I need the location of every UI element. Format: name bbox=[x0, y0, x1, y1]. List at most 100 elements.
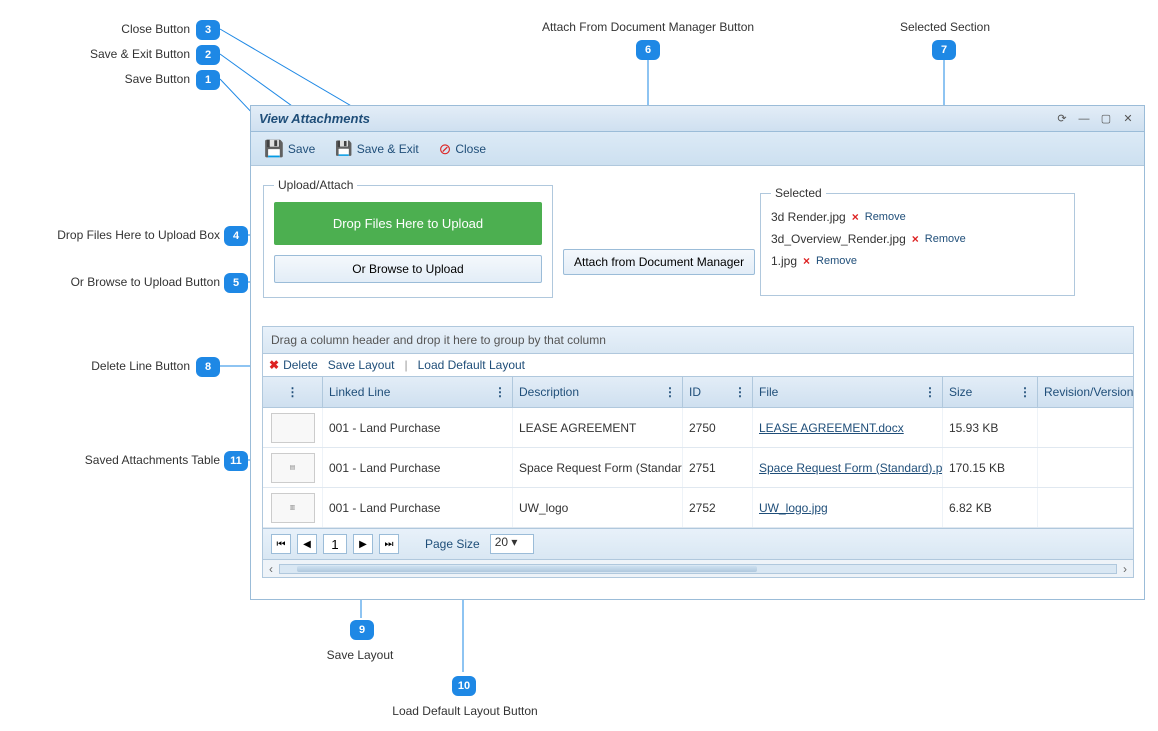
load-default-layout-button[interactable]: Load Default Layout bbox=[418, 358, 525, 372]
selected-item-name: 3d_Overview_Render.jpg bbox=[771, 232, 906, 246]
upload-legend: Upload/Attach bbox=[274, 178, 357, 192]
cell-desc: UW_logo bbox=[513, 488, 683, 527]
thumbnail: ▥ bbox=[271, 493, 315, 523]
selected-item-name: 1.jpg bbox=[771, 254, 797, 268]
selected-legend: Selected bbox=[771, 186, 826, 200]
file-link[interactable]: LEASE AGREEMENT.docx bbox=[759, 421, 904, 435]
scroll-thumb[interactable] bbox=[297, 566, 757, 572]
close-button[interactable]: ⊘ Close bbox=[430, 135, 495, 163]
cell-linked: 001 - Land Purchase bbox=[323, 448, 513, 487]
callout-badge-2: 2 bbox=[196, 45, 220, 65]
remove-link[interactable]: Remove bbox=[816, 255, 857, 267]
maximize-icon[interactable]: ▢ bbox=[1098, 112, 1114, 126]
col-header-description[interactable]: Description⋮ bbox=[513, 377, 683, 407]
callout-label-1: Save Button bbox=[60, 72, 190, 86]
thumbnail: ▤ bbox=[271, 453, 315, 483]
scroll-right-icon[interactable]: › bbox=[1123, 562, 1127, 576]
callout-badge-5: 5 bbox=[224, 273, 248, 293]
save-label: Save bbox=[288, 142, 315, 156]
save-layout-button[interactable]: Save Layout bbox=[328, 358, 395, 372]
cell-linked: 001 - Land Purchase bbox=[323, 408, 513, 447]
column-menu-icon[interactable]: ⋮ bbox=[664, 385, 676, 399]
callout-label-10: Load Default Layout Button bbox=[380, 704, 550, 718]
col-header-linked-line[interactable]: Linked Line⋮ bbox=[323, 377, 513, 407]
remove-link[interactable]: Remove bbox=[865, 211, 906, 223]
attach-from-document-manager-button[interactable]: Attach from Document Manager bbox=[563, 249, 755, 275]
minimize-icon[interactable]: — bbox=[1076, 112, 1092, 126]
remove-x-icon[interactable]: × bbox=[912, 232, 919, 246]
pager-first-button[interactable]: ⏮ bbox=[271, 534, 291, 554]
col-header-size[interactable]: Size⋮ bbox=[943, 377, 1038, 407]
column-menu-icon[interactable]: ⋮ bbox=[287, 385, 299, 399]
column-menu-icon[interactable]: ⋮ bbox=[734, 385, 746, 399]
pager-next-button[interactable]: ▶ bbox=[353, 534, 373, 554]
callout-label-7: Selected Section bbox=[880, 20, 1010, 34]
callout-label-5: Or Browse to Upload Button bbox=[20, 275, 220, 289]
pager-page-input[interactable] bbox=[323, 534, 347, 554]
group-by-bar[interactable]: Drag a column header and drop it here to… bbox=[263, 327, 1133, 354]
horizontal-scrollbar[interactable]: ‹ › bbox=[263, 559, 1133, 577]
file-link[interactable]: UW_logo.jpg bbox=[759, 501, 828, 515]
callout-badge-8: 8 bbox=[196, 357, 220, 377]
callout-label-6: Attach From Document Manager Button bbox=[530, 20, 766, 34]
cell-rev bbox=[1038, 408, 1133, 447]
cell-size: 170.15 KB bbox=[943, 448, 1038, 487]
remove-x-icon[interactable]: × bbox=[852, 210, 859, 224]
cell-desc: Space Request Form (Standard) bbox=[513, 448, 683, 487]
remove-link[interactable]: Remove bbox=[925, 233, 966, 245]
save-exit-button[interactable]: 💾 Save & Exit bbox=[326, 135, 427, 162]
delete-line-button[interactable]: ✖ Delete bbox=[269, 358, 318, 372]
file-link[interactable]: Space Request Form (Standard).pdf bbox=[759, 461, 943, 475]
window-controls: ⟳ — ▢ ✕ bbox=[1054, 112, 1136, 126]
browse-upload-button[interactable]: Or Browse to Upload bbox=[274, 255, 542, 283]
column-menu-icon[interactable]: ⋮ bbox=[494, 385, 506, 399]
pager-last-button[interactable]: ⏭ bbox=[379, 534, 399, 554]
selected-panel: Selected 3d Render.jpg × Remove 3d_Overv… bbox=[760, 186, 1075, 296]
refresh-icon[interactable]: ⟳ bbox=[1054, 112, 1070, 126]
titlebar: View Attachments ⟳ — ▢ ✕ bbox=[251, 106, 1144, 132]
save-exit-label: Save & Exit bbox=[357, 142, 419, 156]
col-header-revision[interactable]: Revision/Version bbox=[1038, 377, 1133, 407]
cell-size: 15.93 KB bbox=[943, 408, 1038, 447]
callout-badge-9: 9 bbox=[350, 620, 374, 640]
save-button[interactable]: 💾 Save bbox=[255, 134, 324, 164]
upload-attach-panel: Upload/Attach Drop Files Here to Upload … bbox=[263, 178, 553, 298]
column-menu-icon[interactable]: ⋮ bbox=[924, 385, 936, 399]
cell-rev bbox=[1038, 488, 1133, 527]
scroll-track[interactable] bbox=[279, 564, 1117, 574]
save-exit-icon: 💾 bbox=[335, 140, 352, 157]
column-menu-icon[interactable]: ⋮ bbox=[1019, 385, 1031, 399]
delete-icon: ✖ bbox=[269, 358, 279, 372]
table-row[interactable]: 001 - Land Purchase LEASE AGREEMENT 2750… bbox=[263, 408, 1133, 448]
chevron-down-icon: ▾ bbox=[511, 535, 517, 549]
remove-x-icon[interactable]: × bbox=[803, 254, 810, 268]
cell-size: 6.82 KB bbox=[943, 488, 1038, 527]
attachments-grid: Drag a column header and drop it here to… bbox=[262, 326, 1134, 578]
selected-item-name: 3d Render.jpg bbox=[771, 210, 846, 224]
pager: ⏮ ◀ ▶ ⏭ Page Size 20 ▾ bbox=[263, 528, 1133, 559]
callout-badge-6: 6 bbox=[636, 40, 660, 60]
grid-header: ⋮ Linked Line⋮ Description⋮ ID⋮ File⋮ Si… bbox=[263, 377, 1133, 408]
callout-badge-1: 1 bbox=[196, 70, 220, 90]
col-header-id[interactable]: ID⋮ bbox=[683, 377, 753, 407]
dropzone[interactable]: Drop Files Here to Upload bbox=[274, 202, 542, 245]
page-size-label: Page Size bbox=[425, 537, 480, 551]
thumbnail bbox=[271, 413, 315, 443]
cell-id: 2752 bbox=[683, 488, 753, 527]
delete-label: Delete bbox=[283, 358, 318, 372]
table-row[interactable]: ▤ 001 - Land Purchase Space Request Form… bbox=[263, 448, 1133, 488]
cell-rev bbox=[1038, 448, 1133, 487]
cell-linked: 001 - Land Purchase bbox=[323, 488, 513, 527]
grid-toolbar: ✖ Delete Save Layout | Load Default Layo… bbox=[263, 354, 1133, 377]
col-header-file[interactable]: File⋮ bbox=[753, 377, 943, 407]
callout-badge-3: 3 bbox=[196, 20, 220, 40]
page-size-select[interactable]: 20 ▾ bbox=[490, 534, 534, 554]
close-window-icon[interactable]: ✕ bbox=[1120, 112, 1136, 126]
close-icon: ⊘ bbox=[439, 140, 452, 158]
scroll-left-icon[interactable]: ‹ bbox=[269, 562, 273, 576]
table-row[interactable]: ▥ 001 - Land Purchase UW_logo 2752 UW_lo… bbox=[263, 488, 1133, 528]
callout-badge-11: 11 bbox=[224, 451, 248, 471]
pager-prev-button[interactable]: ◀ bbox=[297, 534, 317, 554]
callout-label-11: Saved Attachments Table bbox=[50, 453, 220, 467]
col-header-thumb[interactable]: ⋮ bbox=[263, 377, 323, 407]
